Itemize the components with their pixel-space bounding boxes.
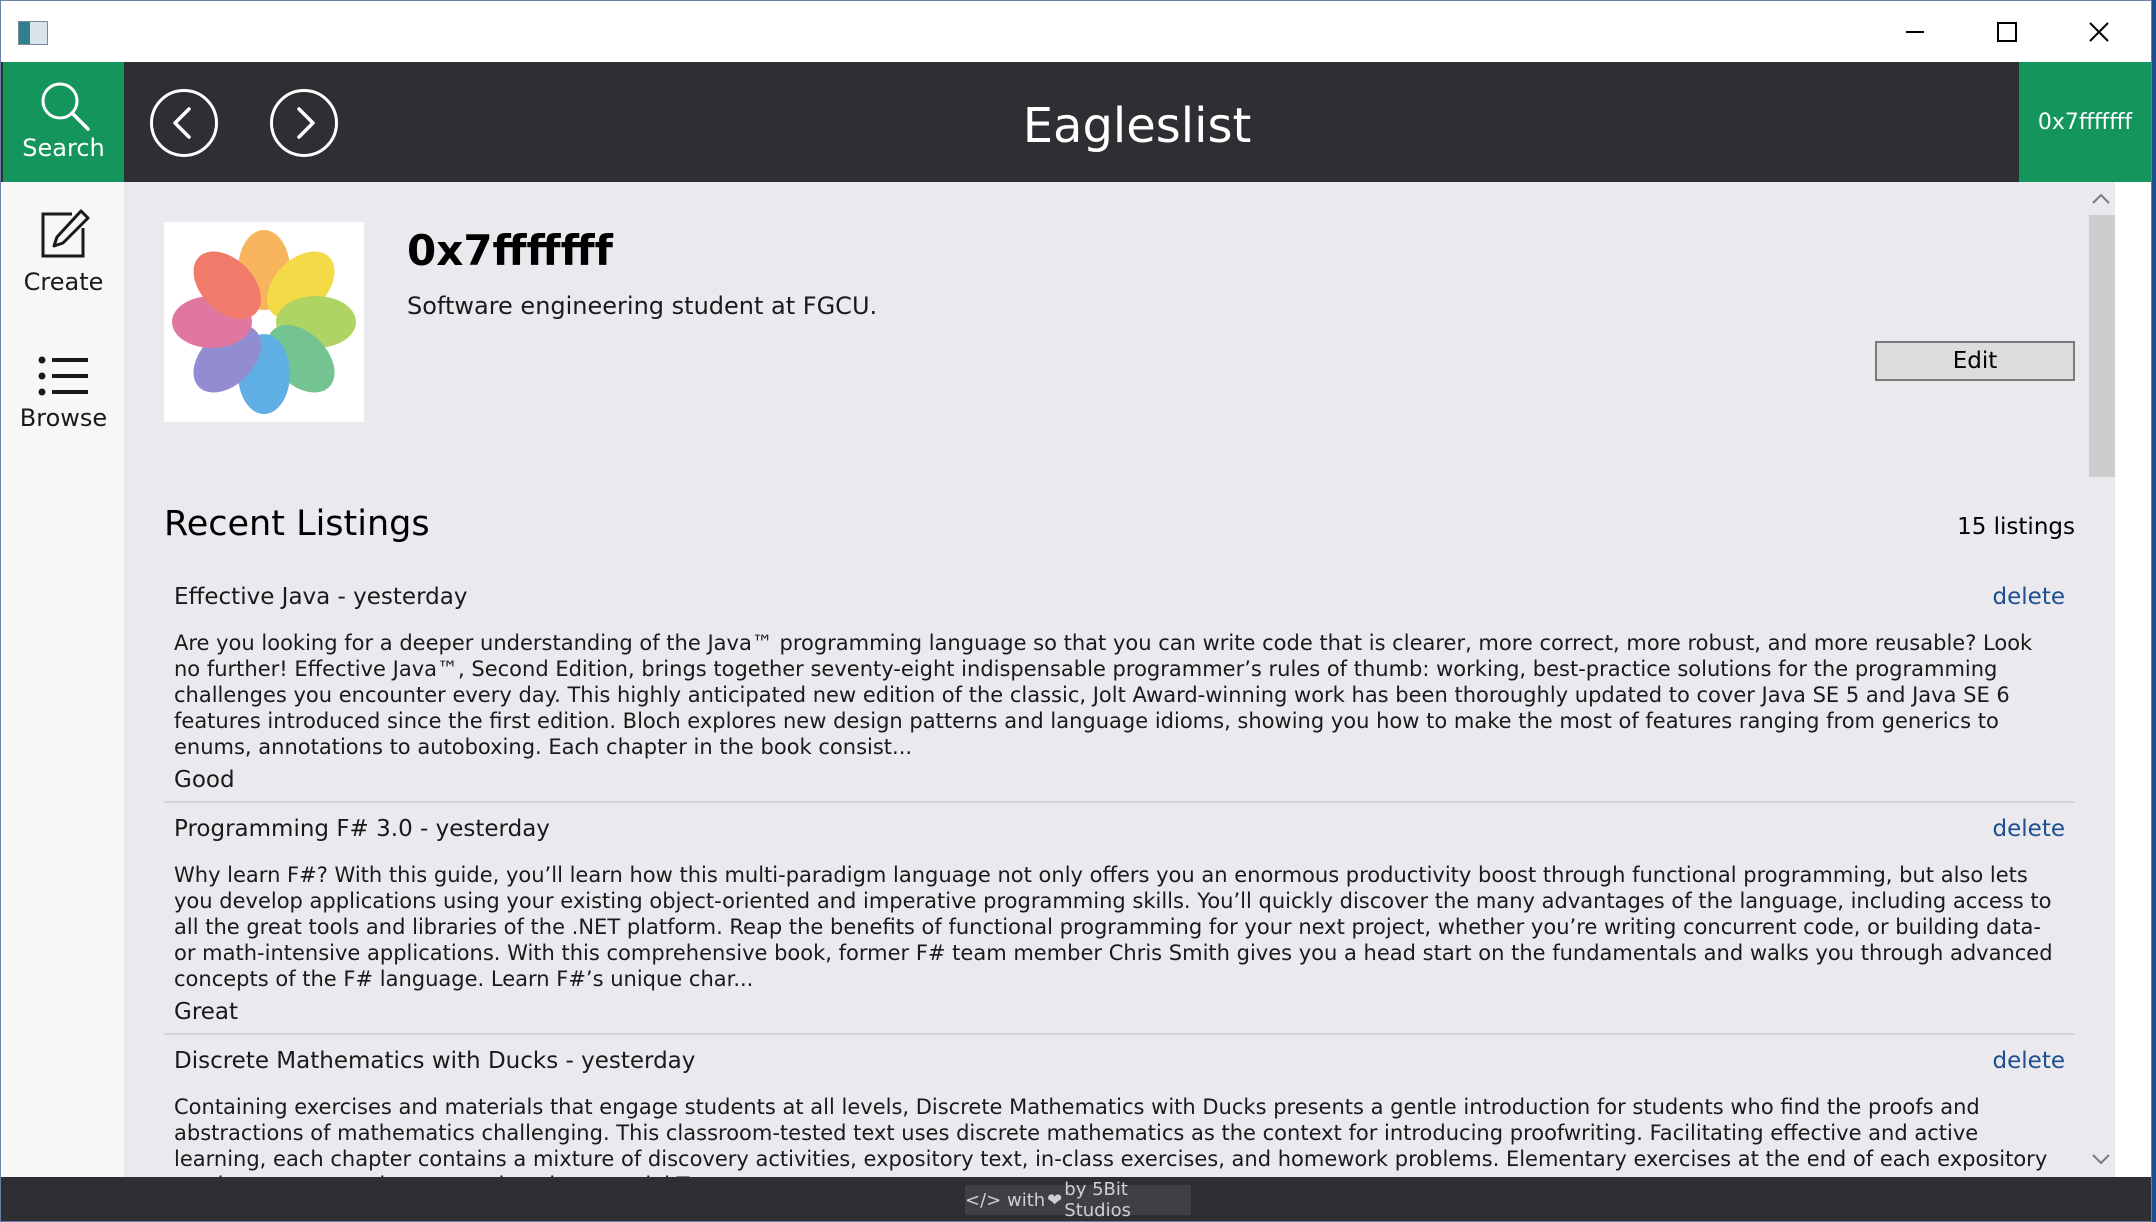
edit-profile-button[interactable]: Edit	[1875, 341, 2075, 381]
vertical-scrollbar[interactable]	[2081, 182, 2115, 1177]
listing-divider	[164, 1033, 2075, 1035]
sidebar: Create Browse	[3, 182, 124, 1177]
pencil-edit-icon	[41, 209, 89, 258]
code-icon: </>	[965, 1189, 1002, 1211]
close-button[interactable]	[2053, 1, 2145, 62]
app-window: Search Eagleslist 0x7fffffff Create Brow…	[0, 0, 2152, 1222]
listings-count: 15 listings	[1957, 514, 2075, 540]
title-bar	[1, 1, 2151, 62]
listing-condition: Good	[174, 767, 235, 793]
profile-bio: Software engineering student at FGCU.	[407, 292, 878, 320]
listing-title[interactable]: Discrete Mathematics with Ducks - yester…	[174, 1048, 695, 1074]
minimize-icon	[1906, 30, 1924, 33]
photos-flower-icon	[172, 230, 356, 414]
profile-username: 0x7fffffff	[407, 226, 613, 275]
scrollbar-thumb[interactable]	[2089, 215, 2115, 477]
delete-link[interactable]: delete	[1993, 816, 2065, 842]
sidebar-item-create[interactable]: Create	[3, 208, 124, 296]
list-icon	[38, 356, 88, 396]
delete-link[interactable]: delete	[1993, 584, 2065, 610]
recent-listings-heading: Recent Listings	[164, 504, 430, 544]
heart-icon: ❤	[1047, 1189, 1063, 1211]
desktop-background	[2152, 0, 2156, 1222]
avatar	[164, 222, 364, 422]
app-icon	[18, 21, 48, 45]
maximize-icon	[1997, 21, 2017, 42]
listing-title[interactable]: Programming F# 3.0 - yesterday	[174, 816, 550, 842]
scroll-up-icon[interactable]	[2091, 192, 2111, 206]
listing-divider	[164, 801, 2075, 803]
listing-title[interactable]: Effective Java - yesterday	[174, 584, 467, 610]
footer-with-text: with	[1006, 1189, 1046, 1211]
delete-link[interactable]: delete	[1993, 1048, 2065, 1074]
footer-credit: </> with ❤ by 5Bit Studios	[965, 1179, 1191, 1221]
user-profile-button[interactable]: 0x7fffffff	[2019, 62, 2151, 182]
listing-description: Are you looking for a deeper understandi…	[174, 631, 2033, 759]
listing-condition: Great	[174, 999, 239, 1025]
profile-content: 0x7fffffff Software engineering student …	[124, 182, 2115, 1177]
minimize-button[interactable]	[1869, 1, 1961, 62]
scroll-down-icon[interactable]	[2091, 1152, 2111, 1166]
sidebar-item-label: Create	[23, 268, 104, 296]
app-title: Eagleslist	[1022, 98, 1252, 154]
maximize-button[interactable]	[1961, 1, 2053, 62]
sidebar-item-label: Browse	[19, 404, 108, 432]
sidebar-item-browse[interactable]: Browse	[3, 354, 124, 432]
listing-description: Containing exercises and materials that …	[174, 1095, 2048, 1177]
user-badge-label: 0x7fffffff	[2037, 109, 2133, 135]
footer-studio-text: by 5Bit Studios	[1064, 1179, 1131, 1221]
listing-description: Why learn F#? With this guide, you’ll le…	[174, 863, 2053, 991]
close-icon	[2089, 21, 2109, 42]
